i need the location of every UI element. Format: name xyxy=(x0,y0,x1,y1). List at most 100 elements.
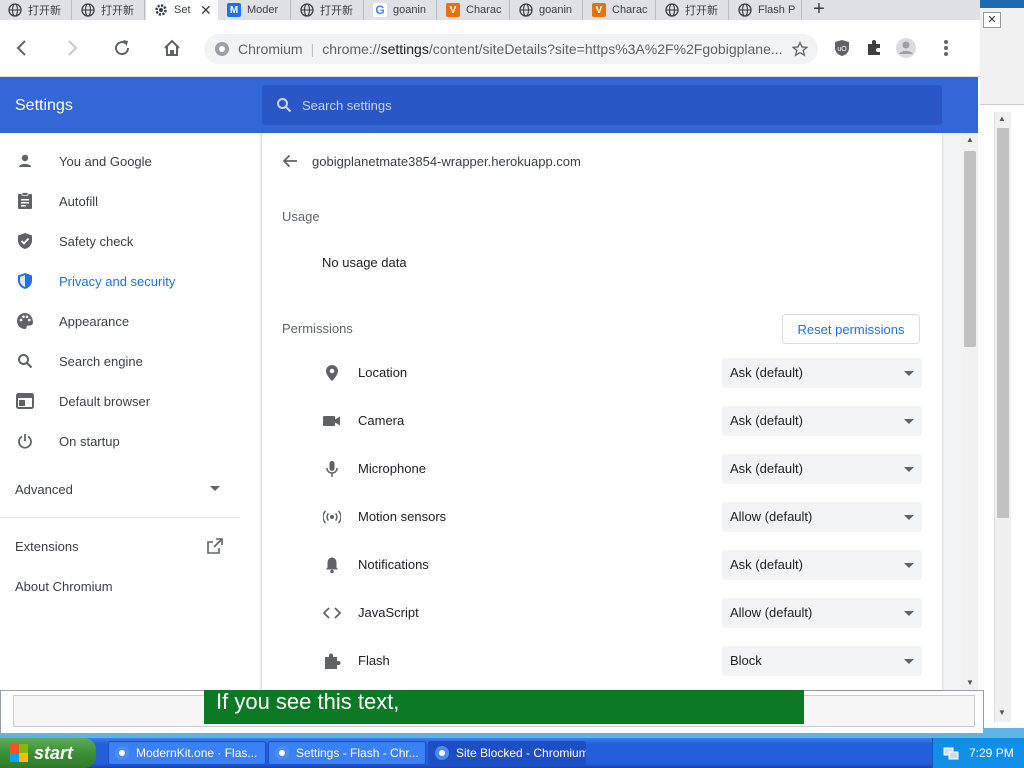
reload-button[interactable] xyxy=(108,34,136,62)
usage-section-title: Usage xyxy=(282,209,320,224)
globe-icon xyxy=(8,3,22,17)
clock: 7:29 PM xyxy=(969,746,1014,760)
sidebar-item-label: Default browser xyxy=(59,393,151,409)
tab-3[interactable]: Set ✕ xyxy=(146,0,218,20)
tab-1[interactable]: 打开新 xyxy=(0,0,72,20)
tab-11[interactable]: Flash P xyxy=(730,0,802,20)
back-arrow-icon xyxy=(16,40,26,56)
omnibox-url[interactable]: chrome://settings/content/siteDetails?si… xyxy=(322,41,792,57)
tab-label: Moder xyxy=(247,4,279,16)
dropdown-caret-icon xyxy=(904,515,914,520)
star-icon[interactable] xyxy=(792,41,809,57)
flash-permission-select[interactable]: Block xyxy=(722,646,922,676)
globe-icon xyxy=(81,3,95,17)
tab-7[interactable]: V Charac xyxy=(438,0,510,20)
globe-icon xyxy=(665,3,679,17)
start-button[interactable]: start xyxy=(0,738,96,768)
scroll-down-arrow-icon[interactable]: ▼ xyxy=(966,678,974,687)
profile-button[interactable] xyxy=(892,34,920,62)
taskbar-button-modernkit[interactable]: ModernKit.one · Flas... xyxy=(108,741,266,765)
permission-row-javascript: JavaScript Allow (default) xyxy=(262,589,942,637)
more-vert-icon xyxy=(944,40,948,56)
scroll-thumb[interactable] xyxy=(997,128,1009,518)
sidebar-item-autofill[interactable]: Autofill xyxy=(0,181,260,221)
chromium-logo-icon xyxy=(435,746,449,760)
settings-search[interactable]: Search settings xyxy=(262,85,942,125)
sidebar-item-label: You and Google xyxy=(59,153,152,169)
settings-title: Settings xyxy=(15,97,73,114)
background-scrollbar[interactable]: ▲ ▼ xyxy=(994,112,1011,722)
chromium-logo-icon xyxy=(115,746,129,760)
tab-6[interactable]: Ggoanin xyxy=(365,0,437,20)
sidebar-item-you-and-google[interactable]: You and Google xyxy=(0,141,260,181)
tab-8[interactable]: goanin xyxy=(511,0,583,20)
tab-strip: 打开新 打开新 Set ✕ M Moder 打开新 Ggoanin V Charac goanin V… xyxy=(0,0,980,20)
sidebar-item-default-browser[interactable]: Default browser xyxy=(0,381,260,421)
sidebar-item-privacy-and-security[interactable]: Privacy and security xyxy=(0,261,260,301)
dropdown-caret-icon xyxy=(904,419,914,424)
scroll-down-arrow-icon[interactable]: ▼ xyxy=(998,708,1006,717)
scroll-thumb[interactable] xyxy=(964,151,976,347)
settings-sidebar: You and Google Autofill Safety check Pri… xyxy=(0,133,260,690)
tab-label: Set xyxy=(174,4,191,16)
notifications-permission-select[interactable]: Ask (default) xyxy=(722,550,922,580)
clipboard-icon xyxy=(15,191,35,211)
taskbar-button-label: ModernKit.one · Flas... xyxy=(136,746,258,760)
network-icon[interactable] xyxy=(943,745,959,761)
microphone-icon xyxy=(322,459,342,479)
settings-main: gobigplanetmate3854-wrapper.herokuapp.co… xyxy=(260,133,978,690)
home-button[interactable] xyxy=(158,34,186,62)
open-in-new-icon xyxy=(207,538,223,554)
scroll-up-arrow-icon[interactable]: ▲ xyxy=(966,135,974,144)
tab-4[interactable]: M Moder xyxy=(219,0,291,20)
forward-button[interactable] xyxy=(58,34,86,62)
m-logo-icon: M xyxy=(227,3,241,17)
camera-permission-select[interactable]: Ask (default) xyxy=(722,406,922,436)
sidebar-item-search-engine[interactable]: Search engine xyxy=(0,341,260,381)
site-origin: gobigplanetmate3854-wrapper.herokuapp.co… xyxy=(312,153,581,169)
sidebar-advanced-toggle[interactable]: Advanced xyxy=(0,469,260,509)
tab-label: Flash P xyxy=(758,4,796,16)
close-icon[interactable]: ✕ xyxy=(983,12,1001,28)
sidebar-item-safety-check[interactable]: Safety check xyxy=(0,221,260,261)
javascript-permission-select[interactable]: Allow (default) xyxy=(722,598,922,628)
menu-button[interactable] xyxy=(932,34,960,62)
ublock-icon: uO xyxy=(835,40,849,56)
taskbar-button-site-blocked[interactable]: Site Blocked - Chromium xyxy=(428,741,586,765)
omnibox[interactable]: Chromium | chrome://settings/content/sit… xyxy=(204,34,818,64)
tab-10[interactable]: 打开新 xyxy=(657,0,729,20)
avatar-icon xyxy=(896,38,916,58)
camera-icon xyxy=(322,411,342,431)
location-permission-select[interactable]: Ask (default) xyxy=(722,358,922,388)
sidebar-item-extensions[interactable]: Extensions xyxy=(0,526,260,566)
new-tab-button[interactable]: + xyxy=(808,0,830,20)
sidebar-item-label: On startup xyxy=(59,433,120,449)
site-header: gobigplanetmate3854-wrapper.herokuapp.co… xyxy=(262,133,942,189)
tab-close-icon[interactable]: ✕ xyxy=(200,2,214,19)
sidebar-item-on-startup[interactable]: On startup xyxy=(0,421,260,461)
tab-2[interactable]: 打开新 xyxy=(73,0,145,20)
person-icon xyxy=(15,151,35,171)
location-pin-icon xyxy=(322,363,342,383)
site-details-card: gobigplanetmate3854-wrapper.herokuapp.co… xyxy=(262,133,942,690)
tab-9[interactable]: V Charac xyxy=(584,0,656,20)
ublock-extension-button[interactable]: uO xyxy=(828,34,856,62)
dropdown-caret-icon xyxy=(904,371,914,376)
extensions-button[interactable] xyxy=(860,34,888,62)
taskbar-button-settings[interactable]: Settings - Flash - Chr... xyxy=(268,741,426,765)
reset-permissions-button[interactable]: Reset permissions xyxy=(782,314,920,344)
sidebar-item-about-chromium[interactable]: About Chromium xyxy=(0,566,260,606)
sidebar-item-appearance[interactable]: Appearance xyxy=(0,301,260,341)
scroll-up-arrow-icon[interactable]: ▲ xyxy=(998,114,1006,123)
motion-sensors-permission-select[interactable]: Allow (default) xyxy=(722,502,922,532)
microphone-permission-select[interactable]: Ask (default) xyxy=(722,454,922,484)
search-input[interactable]: Search settings xyxy=(302,98,392,113)
permission-label: Flash xyxy=(358,653,390,668)
forward-arrow-icon xyxy=(68,40,78,56)
back-arrow-icon[interactable] xyxy=(282,153,298,169)
tab-5[interactable]: 打开新 xyxy=(292,0,364,20)
chevron-down-icon xyxy=(210,486,220,491)
google-icon: G xyxy=(373,3,387,17)
back-button[interactable] xyxy=(8,34,36,62)
page-scrollbar[interactable]: ▲ ▼ xyxy=(962,133,978,690)
